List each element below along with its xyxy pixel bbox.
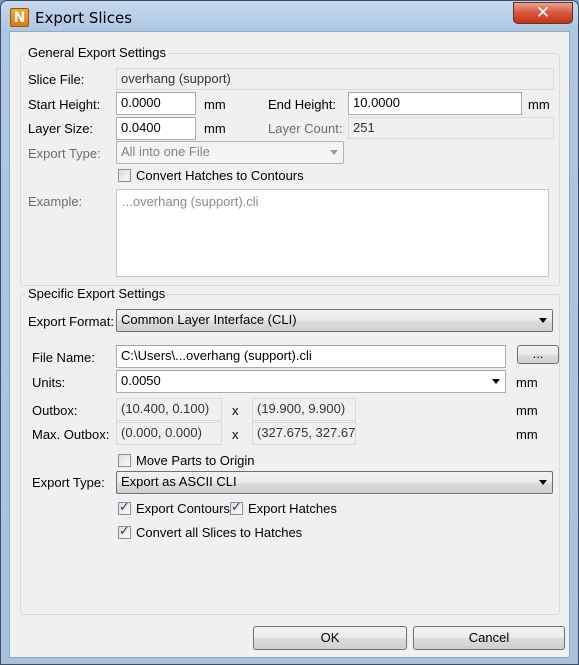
file-name-label: File Name: bbox=[32, 350, 95, 365]
convert-slices-label[interactable]: Convert all Slices to Hatches bbox=[136, 525, 302, 540]
export-format-label: Export Format: bbox=[28, 314, 114, 329]
dropdown-arrow-icon bbox=[539, 480, 547, 485]
start-height-unit: mm bbox=[204, 97, 226, 112]
outbox-label: Outbox: bbox=[32, 403, 78, 418]
export-type-select[interactable]: All into one File bbox=[116, 141, 344, 164]
export-hatches-label[interactable]: Export Hatches bbox=[248, 501, 337, 516]
outbox-min-value: (10.400, 0.100) bbox=[116, 398, 222, 421]
outbox-unit: mm bbox=[516, 403, 538, 418]
convert-hatches-label[interactable]: Convert Hatches to Contours bbox=[136, 168, 304, 183]
move-parts-checkbox[interactable] bbox=[118, 454, 131, 467]
window-title: Export Slices bbox=[35, 9, 133, 27]
max-outbox-label: Max. Outbox: bbox=[32, 427, 110, 442]
layer-count-value: 251 bbox=[348, 117, 554, 139]
layer-size-label: Layer Size: bbox=[28, 121, 94, 136]
slice-file-label: Slice File: bbox=[28, 72, 85, 87]
layer-size-input[interactable]: 0.0400 bbox=[116, 117, 196, 140]
layer-size-unit: mm bbox=[204, 121, 226, 136]
ok-button[interactable]: OK bbox=[253, 626, 407, 650]
move-parts-label[interactable]: Move Parts to Origin bbox=[136, 453, 255, 468]
max-outbox-unit: mm bbox=[516, 427, 538, 442]
start-height-input[interactable]: 0.0000 bbox=[116, 92, 196, 115]
max-outbox-max-value: (327.675, 327.67 bbox=[252, 422, 356, 445]
outbox-x-separator: x bbox=[232, 403, 239, 418]
units-combo[interactable]: 0.0050 bbox=[116, 370, 506, 393]
dialog-client-area: General Export Settings Slice File: over… bbox=[9, 31, 570, 658]
cancel-button[interactable]: Cancel bbox=[413, 626, 565, 650]
export-format-select[interactable]: Common Layer Interface (CLI) bbox=[116, 309, 553, 332]
units-label: Units: bbox=[32, 375, 66, 390]
export-type-value: All into one File bbox=[121, 144, 210, 159]
end-height-unit: mm bbox=[528, 97, 550, 112]
close-icon: ✕ bbox=[535, 3, 551, 23]
dropdown-arrow-icon bbox=[492, 379, 500, 384]
specific-export-type-value: Export as ASCII CLI bbox=[121, 474, 237, 489]
outbox-max-value: (19.900, 9.900) bbox=[252, 398, 356, 421]
specific-settings-group bbox=[20, 294, 560, 615]
layer-count-label: Layer Count: bbox=[268, 121, 343, 136]
specific-settings-group-label: Specific Export Settings bbox=[26, 286, 168, 301]
title-bar[interactable]: N Export Slices ✕ bbox=[1, 1, 578, 31]
close-button[interactable]: ✕ bbox=[513, 2, 573, 24]
general-settings-group-label: General Export Settings bbox=[26, 45, 169, 60]
convert-hatches-checkbox[interactable] bbox=[118, 169, 131, 182]
specific-export-type-select[interactable]: Export as ASCII CLI bbox=[116, 471, 553, 494]
export-type-label: Export Type: bbox=[28, 146, 101, 161]
units-value: 0.0050 bbox=[121, 373, 161, 388]
end-height-input[interactable]: 10.0000 bbox=[348, 92, 522, 115]
start-height-label: Start Height: bbox=[28, 97, 101, 112]
dropdown-arrow-icon bbox=[330, 150, 338, 155]
slice-file-value: overhang (support) bbox=[116, 68, 554, 90]
export-contours-checkbox[interactable] bbox=[118, 500, 131, 515]
specific-export-type-label: Export Type: bbox=[32, 475, 105, 490]
export-slices-dialog: N Export Slices ✕ General Export Setting… bbox=[0, 0, 579, 665]
max-outbox-min-value: (0.000, 0.000) bbox=[116, 422, 222, 445]
example-textbox: ...overhang (support).cli bbox=[116, 189, 549, 277]
app-logo-icon: N bbox=[10, 8, 29, 27]
max-outbox-x-separator: x bbox=[232, 427, 239, 442]
export-contours-label[interactable]: Export Contours bbox=[136, 501, 230, 516]
export-hatches-checkbox[interactable] bbox=[230, 500, 243, 515]
file-name-input[interactable]: C:\Users\...overhang (support).cli bbox=[116, 345, 506, 368]
units-unit: mm bbox=[516, 375, 538, 390]
example-label: Example: bbox=[28, 194, 83, 209]
end-height-label: End Height: bbox=[268, 97, 336, 112]
dropdown-arrow-icon bbox=[539, 318, 547, 323]
browse-button[interactable]: ... bbox=[517, 345, 559, 364]
export-format-value: Common Layer Interface (CLI) bbox=[121, 312, 297, 327]
convert-slices-checkbox[interactable] bbox=[118, 524, 131, 539]
